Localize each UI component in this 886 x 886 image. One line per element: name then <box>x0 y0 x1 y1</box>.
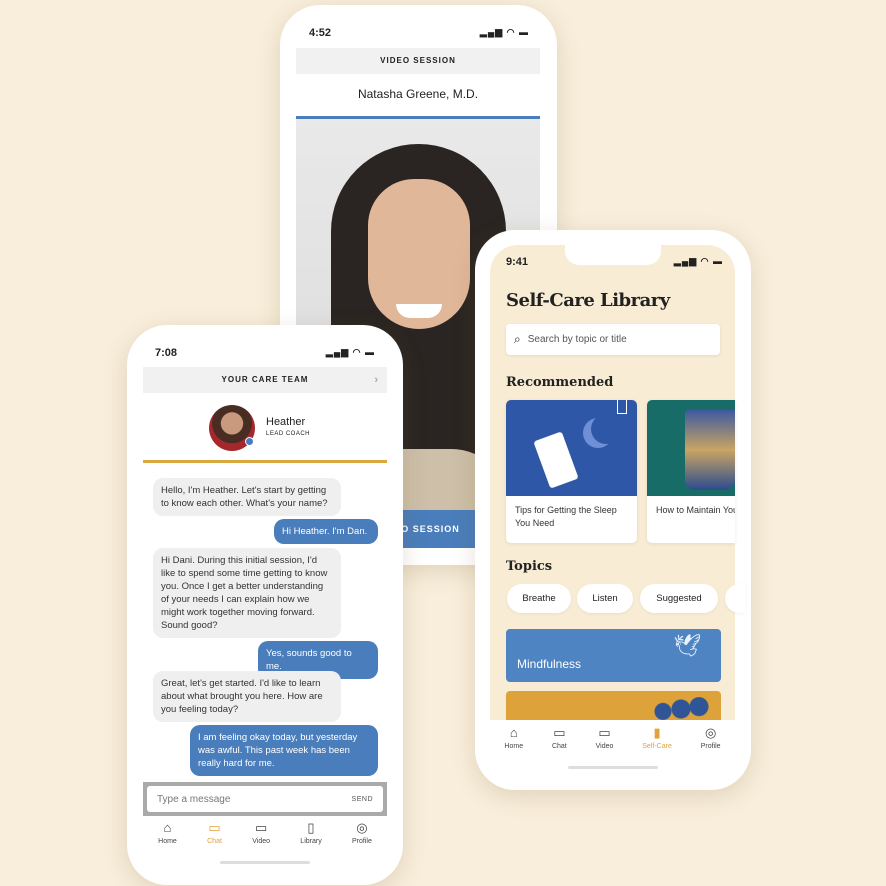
status-icons: ▂▄▆ ◠ ▬ <box>325 347 375 357</box>
nav-label: Home <box>504 743 524 750</box>
sleep-illustration <box>506 400 637 496</box>
home-indicator <box>220 861 310 864</box>
bottom-nav: ⌂ Home ▭ Chat ▭ Video ▮ Self-Care ◎ Profile <box>490 725 735 751</box>
status-icons: ▂▄▆ ◠ ▬ <box>479 27 529 37</box>
article-card[interactable]: Tips for Getting the Sleep You Need <box>506 400 637 543</box>
coach-role: LEAD COACH <box>266 431 311 437</box>
send-button[interactable]: SEND <box>352 796 373 803</box>
nav-chat[interactable]: ▭ Chat <box>551 725 567 751</box>
category-card[interactable] <box>506 691 721 721</box>
screen-header: VIDEO SESSION <box>296 48 540 74</box>
care-team-header[interactable]: YOUR CARE TEAM › <box>143 367 387 393</box>
profile-icon: ◎ <box>356 820 368 835</box>
bottom-nav: ⌂ Home ▭ Chat ▭ Video ▯ Library ◎ Profile <box>143 820 387 846</box>
divider <box>143 460 387 463</box>
nav-label: Profile <box>700 743 721 750</box>
message-coach: Hi Dani. During this initial session, I'… <box>153 548 341 638</box>
search-input[interactable]: ⌕ Search by topic or title <box>506 324 720 355</box>
status-icons: ▂▄▆ ◠ ▬ <box>673 256 723 266</box>
smile <box>396 304 442 318</box>
home-indicator <box>568 766 658 769</box>
message-composer: Type a message SEND <box>143 782 387 816</box>
home-icon: ⌂ <box>509 725 518 740</box>
coach-name: Heather <box>266 416 306 428</box>
book-icon: ▮ <box>653 725 661 740</box>
nav-profile[interactable]: ◎ Profile <box>352 820 372 846</box>
search-icon: ⌕ <box>514 332 521 346</box>
card-title: How to Maintain Your Optimism <box>656 505 735 515</box>
nav-self-care[interactable]: ▮ Self-Care <box>642 725 672 751</box>
nav-label: Self-Care <box>642 743 672 750</box>
nav-video[interactable]: ▭ Video <box>595 725 614 751</box>
message-user: I am feeling okay today, but yesterday w… <box>190 725 378 776</box>
recommended-heading: Recommended <box>506 375 614 390</box>
category-label: Mindfulness <box>517 657 582 671</box>
status-time: 9:41 <box>506 256 529 268</box>
category-mindfulness[interactable]: Mindfulness 🕊 <box>506 629 721 682</box>
chat-icon: ▭ <box>208 820 221 835</box>
header-label: YOUR CARE TEAM <box>221 375 309 384</box>
status-time: 7:08 <box>155 347 178 359</box>
message-user: Hi Heather. I'm Dan. <box>274 519 378 544</box>
video-icon: ▭ <box>254 820 268 835</box>
topic-chip[interactable]: Listen <box>577 584 633 613</box>
status-time: 4:52 <box>309 27 332 39</box>
glass-illustration <box>647 400 735 496</box>
checklist-icon <box>533 431 579 489</box>
nav-video[interactable]: ▭ Video <box>252 820 270 846</box>
nav-label: Chat <box>207 838 222 845</box>
glass-icon <box>685 410 735 490</box>
chat-icon: ▭ <box>553 725 566 740</box>
home-icon: ⌂ <box>163 820 172 835</box>
profile-icon: ◎ <box>704 725 717 740</box>
chevron-right-icon: › <box>374 374 379 386</box>
nav-profile[interactable]: ◎ Profile <box>700 725 721 751</box>
topics-heading: Topics <box>506 559 553 574</box>
page-title: Self-Care Library <box>506 290 670 311</box>
message-coach: Great, let's get started. I'd like to le… <box>153 671 341 722</box>
nav-label: Home <box>158 838 177 845</box>
video-icon: ▭ <box>598 725 611 740</box>
self-care-phone: 9:41 ▂▄▆ ◠ ▬ Self-Care Library ⌕ Search … <box>475 230 751 790</box>
search-placeholder: Search by topic or title <box>527 334 627 345</box>
nav-library[interactable]: ▯ Library <box>300 820 322 846</box>
nav-label: Chat <box>551 743 567 750</box>
doctor-name: Natasha Greene, M.D. <box>357 87 479 101</box>
moon-icon <box>591 414 621 444</box>
notch <box>565 240 661 265</box>
chat-phone: 7:08 ▂▄▆ ◠ ▬ YOUR CARE TEAM › Heather LEA… <box>127 325 403 885</box>
nav-home[interactable]: ⌂ Home <box>158 820 177 846</box>
online-indicator <box>245 437 254 446</box>
nav-label: Video <box>252 838 270 845</box>
nav-label: Library <box>300 838 322 845</box>
bookmark-icon[interactable] <box>617 400 627 414</box>
topic-chip[interactable]: Breathe <box>507 584 571 613</box>
balloons-illustration <box>651 697 711 721</box>
message-coach: Hello, I'm Heather. Let's start by getti… <box>153 478 341 516</box>
message-input[interactable]: Type a message <box>157 794 230 805</box>
nav-chat[interactable]: ▭ Chat <box>207 820 222 846</box>
nav-home[interactable]: ⌂ Home <box>504 725 524 751</box>
nav-label: Profile <box>352 838 372 845</box>
card-title: Tips for Getting the Sleep You Need <box>515 505 617 528</box>
nav-label: Video <box>595 743 614 750</box>
dove-icon: 🕊 <box>673 633 701 658</box>
book-icon: ▯ <box>307 820 315 835</box>
topic-chip[interactable]: Suggested <box>640 584 718 613</box>
article-card[interactable]: How to Maintain Your Optimism <box>647 400 735 543</box>
